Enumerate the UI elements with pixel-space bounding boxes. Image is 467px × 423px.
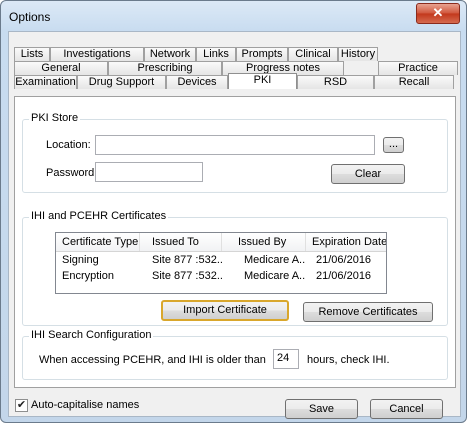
pki-store-group: PKI Store Location: ... Password: Clear	[22, 112, 448, 193]
certificates-group: IHI and PCEHR Certificates Certificate T…	[22, 210, 448, 326]
cell-certificate-type: Encryption	[62, 270, 114, 282]
location-label: Location:	[46, 139, 91, 151]
tab-prompts[interactable]: Prompts	[236, 47, 288, 61]
cell-issued-by: Medicare A...	[244, 270, 306, 282]
column-header-issued-to[interactable]: Issued To	[140, 233, 222, 251]
ihi-search-title: IHI Search Configuration	[29, 329, 154, 341]
pki-store-title: PKI Store	[29, 112, 81, 124]
remove-certificates-button[interactable]: Remove Certificates	[303, 302, 433, 322]
password-field[interactable]	[95, 162, 203, 182]
dialog-client-area: Lists Investigations Network Links Promp…	[8, 31, 461, 419]
clear-button[interactable]: Clear	[331, 164, 405, 184]
ihi-hours-field[interactable]: 24	[273, 349, 299, 369]
column-header-certificate-type[interactable]: Certificate Type	[56, 233, 140, 251]
tab-row-1: Lists Investigations Network Links Promp…	[14, 47, 378, 61]
tab-investigations[interactable]: Investigations	[50, 47, 144, 61]
table-row[interactable]: Signing Site 877 :532... Medicare A... 2…	[56, 252, 386, 268]
auto-capitalise-label[interactable]: Auto-capitalise names	[31, 399, 139, 411]
location-field[interactable]	[95, 135, 375, 155]
password-label: Password:	[46, 167, 98, 179]
import-certificate-button[interactable]: Import Certificate	[161, 300, 289, 321]
cancel-button[interactable]: Cancel	[370, 399, 443, 419]
cell-issued-to: Site 877 :532...	[152, 270, 222, 282]
save-button[interactable]: Save	[285, 399, 358, 419]
cell-issued-by: Medicare A...	[244, 254, 306, 266]
close-icon: ✕	[432, 5, 444, 20]
table-row[interactable]: Encryption Site 877 :532... Medicare A..…	[56, 268, 386, 284]
certificates-table: Certificate Type Issued To Issued By Exp…	[55, 232, 387, 294]
tab-pki[interactable]: PKI	[228, 73, 297, 89]
title-bar[interactable]: Options ✕	[1, 1, 466, 31]
options-window: Options ✕ Lists Investigations Network L…	[0, 0, 467, 423]
tab-prescribing[interactable]: Prescribing	[108, 61, 222, 75]
ihi-search-text-after: hours, check IHI.	[307, 354, 390, 366]
tab-network[interactable]: Network	[144, 47, 196, 61]
cell-expiration-date: 21/06/2016	[316, 270, 372, 282]
column-header-expiration-date[interactable]: Expiration Date	[306, 233, 386, 251]
table-header: Certificate Type Issued To Issued By Exp…	[56, 233, 386, 252]
auto-capitalise-checkbox[interactable]: ✔	[15, 399, 28, 412]
ihi-search-text-before: When accessing PCEHR, and IHI is older t…	[39, 354, 266, 366]
ihi-search-group: IHI Search Configuration When accessing …	[22, 329, 448, 380]
cell-certificate-type: Signing	[62, 254, 99, 266]
tab-drug-support[interactable]: Drug Support	[77, 75, 166, 89]
tab-practice[interactable]: Practice	[378, 61, 458, 75]
tab-recall[interactable]: Recall	[374, 75, 454, 89]
tab-general[interactable]: General	[14, 61, 108, 75]
window-title: Options	[9, 10, 51, 24]
checkmark-icon: ✔	[16, 399, 27, 411]
tab-clinical[interactable]: Clinical	[288, 47, 338, 61]
tab-lists[interactable]: Lists	[14, 47, 50, 61]
tab-links[interactable]: Links	[196, 47, 236, 61]
column-header-issued-by[interactable]: Issued By	[222, 233, 306, 251]
tab-history[interactable]: History	[338, 47, 378, 61]
cell-issued-to: Site 877 :532...	[152, 254, 222, 266]
pki-tab-panel: PKI Store Location: ... Password: Clear …	[14, 96, 456, 388]
cell-expiration-date: 21/06/2016	[316, 254, 372, 266]
tab-row-3: Examination Drug Support Devices PKI RSD…	[14, 73, 454, 89]
tab-devices[interactable]: Devices	[166, 75, 228, 89]
tab-rsd[interactable]: RSD	[297, 75, 374, 89]
certificates-title: IHI and PCEHR Certificates	[29, 210, 169, 222]
close-button[interactable]: ✕	[416, 3, 460, 24]
tab-examination[interactable]: Examination	[14, 75, 77, 89]
browse-button[interactable]: ...	[383, 137, 404, 153]
